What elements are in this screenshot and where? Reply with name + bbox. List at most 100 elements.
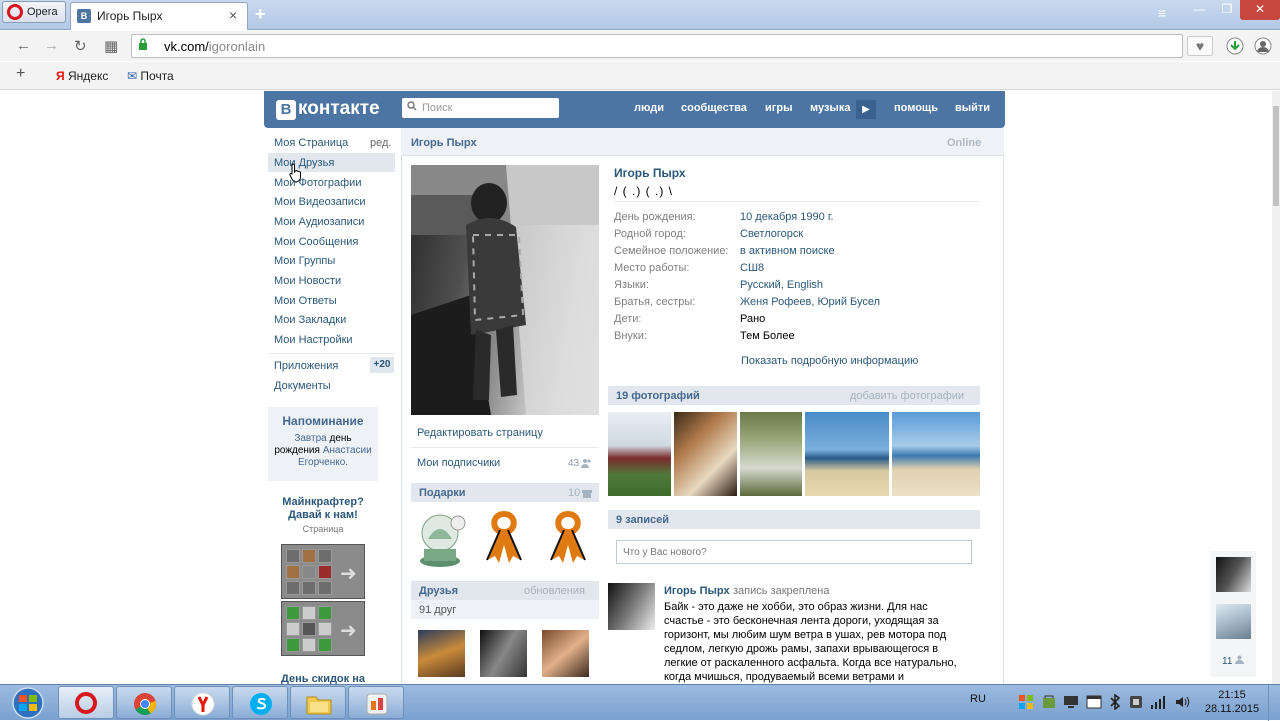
taskbar-yandex[interactable] xyxy=(174,686,230,719)
nav-communities[interactable]: сообщества xyxy=(681,102,747,114)
ad-bottom-title[interactable]: День скидок на xyxy=(268,673,378,684)
opera-menu-button[interactable]: Opera xyxy=(2,1,66,23)
tray-monitor-icon[interactable] xyxy=(1063,694,1079,710)
profile-status[interactable]: / ( .) ( .) \ xyxy=(614,184,673,198)
photos-header[interactable]: 19 фотографий добавить фотографии xyxy=(608,386,980,405)
info-birthday[interactable]: 10 декабря 1990 г. xyxy=(740,211,834,223)
menu-item-messages[interactable]: Мои Сообщения xyxy=(274,236,358,248)
ad-title[interactable]: Майнкрафтер? Давай к нам! xyxy=(268,496,378,522)
new-tab-button[interactable]: + xyxy=(255,4,266,25)
friend-avatar[interactable] xyxy=(418,630,465,677)
reload-icon[interactable]: ↻ xyxy=(74,37,87,55)
download-icon[interactable] xyxy=(1226,37,1244,55)
info-work[interactable]: СШ8 xyxy=(740,262,764,274)
friends-updates-link[interactable]: обновления xyxy=(524,585,585,597)
info-siblings[interactable]: Женя Рофеев, Юрий Бусел xyxy=(740,296,880,308)
gift-ribbon-icon[interactable] xyxy=(547,508,589,563)
gift-ribbon-icon[interactable] xyxy=(483,508,525,563)
gift-snowglobe-icon[interactable] xyxy=(418,509,470,569)
tab-menu-icon[interactable]: ≡ xyxy=(1158,5,1166,21)
post-author-link[interactable]: Игорь Пырх xyxy=(664,585,730,597)
show-more-info-link[interactable]: Показать подробную информацию xyxy=(741,355,918,367)
photo-thumbnail[interactable] xyxy=(674,412,737,496)
speed-dial-icon[interactable]: ▦ xyxy=(104,37,118,55)
profile-icon[interactable] xyxy=(1254,37,1272,55)
photo-thumbnail[interactable] xyxy=(740,412,802,496)
browser-tab[interactable]: В Игорь Пырх × xyxy=(70,2,248,30)
menu-item-groups[interactable]: Мои Группы xyxy=(274,255,335,267)
window-minimize-button[interactable]: — xyxy=(1184,0,1214,20)
url-input[interactable]: vk.com/igoronlain xyxy=(131,34,1183,58)
menu-item-audio[interactable]: Мои Аудиозаписи xyxy=(274,216,364,228)
back-arrow-icon[interactable]: ← xyxy=(16,37,31,54)
taskbar-opera[interactable] xyxy=(58,686,114,719)
info-relationship[interactable]: в активном поиске xyxy=(740,245,835,257)
info-languages[interactable]: Русский, English xyxy=(740,279,823,291)
add-bookmark-icon[interactable]: + xyxy=(16,65,25,83)
menu-item-my-page[interactable]: Моя Страница xyxy=(274,137,348,149)
menu-item-settings[interactable]: Мои Настройки xyxy=(274,334,353,346)
tray-app-icon[interactable] xyxy=(1041,694,1057,710)
taskbar-skype[interactable] xyxy=(232,686,288,719)
nav-help[interactable]: помощь xyxy=(894,102,938,114)
scrollbar-thumb[interactable] xyxy=(1273,106,1279,206)
reminder-text[interactable]: Завтра день рождения Анастасии Егорченко… xyxy=(272,433,374,469)
friends-header[interactable]: Друзья обновления xyxy=(411,581,599,600)
keyboard-language[interactable]: RU xyxy=(970,693,986,705)
tray-app-icon[interactable] xyxy=(1018,694,1034,710)
friend-avatar[interactable] xyxy=(480,630,527,677)
taskbar-explorer[interactable] xyxy=(290,686,346,719)
tray-app-icon[interactable] xyxy=(1128,694,1144,710)
nav-music[interactable]: музыка xyxy=(810,102,850,114)
side-friends-count[interactable]: 11 xyxy=(1222,655,1245,667)
window-close-button[interactable]: ✕ xyxy=(1240,0,1280,20)
menu-item-videos[interactable]: Мои Видеозаписи xyxy=(274,196,366,208)
taskbar-paint[interactable] xyxy=(348,686,404,719)
photo-thumbnail[interactable] xyxy=(892,412,980,496)
bookmark-mail[interactable]: ✉ Почта xyxy=(127,69,174,83)
photo-thumbnail[interactable] xyxy=(805,412,889,496)
edit-page-link[interactable]: Редактировать страницу xyxy=(417,427,543,439)
show-desktop-button[interactable] xyxy=(1268,685,1280,721)
menu-item-answers[interactable]: Мои Ответы xyxy=(274,295,337,307)
post-author-avatar[interactable] xyxy=(608,583,655,630)
gifts-header[interactable]: Подарки 10 xyxy=(411,483,599,502)
heart-icon[interactable]: ♥ xyxy=(1187,36,1213,56)
menu-edit-link[interactable]: ред. xyxy=(370,137,391,149)
nav-games[interactable]: игры xyxy=(765,102,792,114)
play-icon[interactable]: ▶ xyxy=(856,100,876,119)
search-input[interactable]: Поиск xyxy=(402,98,559,118)
followers-link[interactable]: Мои подписчики xyxy=(417,457,500,469)
taskbar-chrome[interactable] xyxy=(116,686,172,719)
page-scrollbar[interactable] xyxy=(1272,91,1280,684)
tray-window-icon[interactable] xyxy=(1086,694,1102,710)
window-maximize-button[interactable]: ❐ xyxy=(1212,0,1242,20)
ad-image-crafting-2[interactable]: ➜ xyxy=(281,601,365,656)
windows-start-icon[interactable] xyxy=(4,687,52,719)
system-clock[interactable]: 21:15 28.11.2015 xyxy=(1203,688,1261,716)
forward-arrow-icon[interactable]: → xyxy=(44,37,59,54)
menu-item-documents[interactable]: Документы xyxy=(274,380,331,392)
menu-item-friends[interactable]: Мои Друзья xyxy=(274,157,334,169)
ad-image-crafting-1[interactable]: ➜ xyxy=(281,544,365,599)
friend-avatar[interactable] xyxy=(542,630,589,677)
menu-item-news[interactable]: Мои Новости xyxy=(274,275,341,287)
tab-close-icon[interactable]: × xyxy=(229,7,237,23)
photo-thumbnail[interactable] xyxy=(608,412,671,496)
signal-icon[interactable] xyxy=(1150,694,1166,710)
vk-logo[interactable]: Вконтакте xyxy=(276,98,380,120)
volume-icon[interactable] xyxy=(1174,694,1190,710)
nav-logout[interactable]: выйти xyxy=(955,102,990,114)
new-post-input[interactable]: Что у Вас нового? xyxy=(616,540,972,564)
side-friend-avatar[interactable] xyxy=(1216,557,1251,592)
bluetooth-icon[interactable] xyxy=(1108,694,1122,710)
profile-avatar[interactable] xyxy=(411,165,599,415)
menu-item-bookmarks[interactable]: Мои Закладки xyxy=(274,314,346,326)
add-photos-link[interactable]: добавить фотографии xyxy=(850,390,964,402)
apps-count-badge[interactable]: +20 xyxy=(370,357,394,373)
menu-item-photos[interactable]: Мои Фотографии xyxy=(274,177,361,189)
info-hometown[interactable]: Светлогорск xyxy=(740,228,803,240)
menu-item-apps[interactable]: Приложения xyxy=(274,360,338,372)
side-friend-avatar[interactable] xyxy=(1216,604,1251,639)
nav-people[interactable]: люди xyxy=(634,102,664,114)
